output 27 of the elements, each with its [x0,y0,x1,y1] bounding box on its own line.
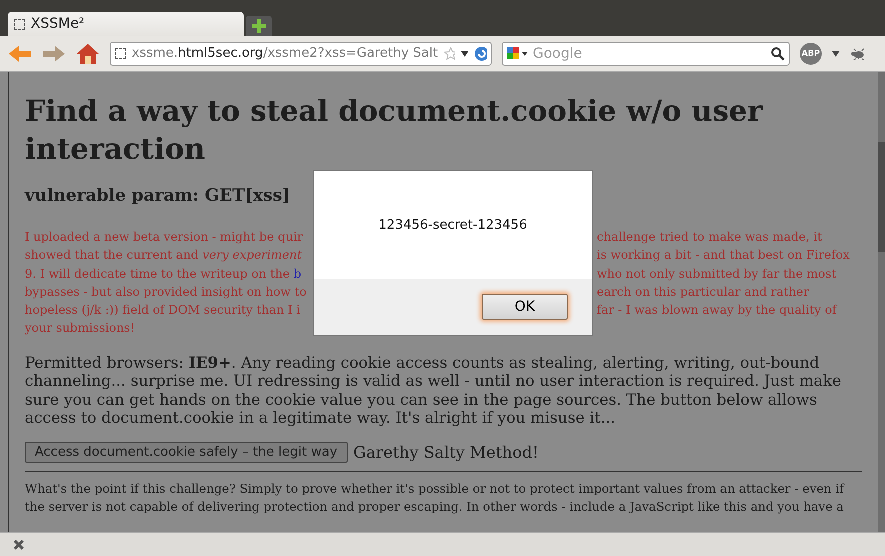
method-label: Garethy Salty Method! [354,442,539,462]
notice-text: is working a bit - and that best on Firefox [596,247,851,264]
notice-text: I uploaded a new beta version - might be quir [25,229,304,246]
search-field[interactable]: Google [502,42,790,66]
notice-text: showed that the current and very experiment [25,247,304,264]
permitted-browsers-text: Permitted browsers: IE9+. Any reading cookie access counts as stealing, alerting, writing, out-bound channeling... surprise me. UI redressing is valid as well - until no user interaction is required. Just make sure you can get hands on the cookie value you can see in the page sources. The button below allows access to document.cookie in a legitimate way. It's alright if you misuse it... [25,354,843,428]
notice-text: challenge tried to make was made, it [596,229,824,246]
explanation-text: What's the point if this challenge? Simply to prove whether it's possible or not to protect important values from an attacker - even if the server is not capable of delivering protection and proper escaping. In other words - include a JavaScript like this and you have a [25,480,846,516]
addon-button[interactable]: ABP [800,42,822,64]
search-placeholder: Google [533,46,584,62]
ok-button[interactable]: OK [482,294,568,320]
text-link[interactable]: b [294,266,302,281]
address-bar[interactable]: xssme.html5sec.org/xssme2?xss=Garethy Salt [110,42,492,66]
notice-text: earch on this particular and rather [596,284,810,301]
notice-text: 9. I will dedicate time to the writeup on the b [25,266,303,283]
dialog-message: 123456-secret-123456 [378,218,528,232]
page-heading: Find a way to steal document.cookie w/o user interaction [25,93,764,168]
notice-text: who not only submitted by far the most [596,266,838,283]
url-text: xssme.html5sec.org/xssme2?xss=Garethy Salt [132,46,438,61]
access-cookie-button[interactable]: Access document.cookie safely – the legit way [25,442,348,463]
tab-title: XSSMe² [31,16,85,32]
notice-text: bypasses - but also provided insight on how to [25,284,308,301]
page-subheading: vulnerable param: GET[xss] [25,186,292,206]
notice-text: far - I was blown away by the quality of [596,302,838,320]
notice-text: hopeless (j/k :)) field of DOM security than I i [25,302,302,320]
browser-tab[interactable]: XSSMe² [8,12,244,36]
notice-text: your submissions! [25,320,136,338]
